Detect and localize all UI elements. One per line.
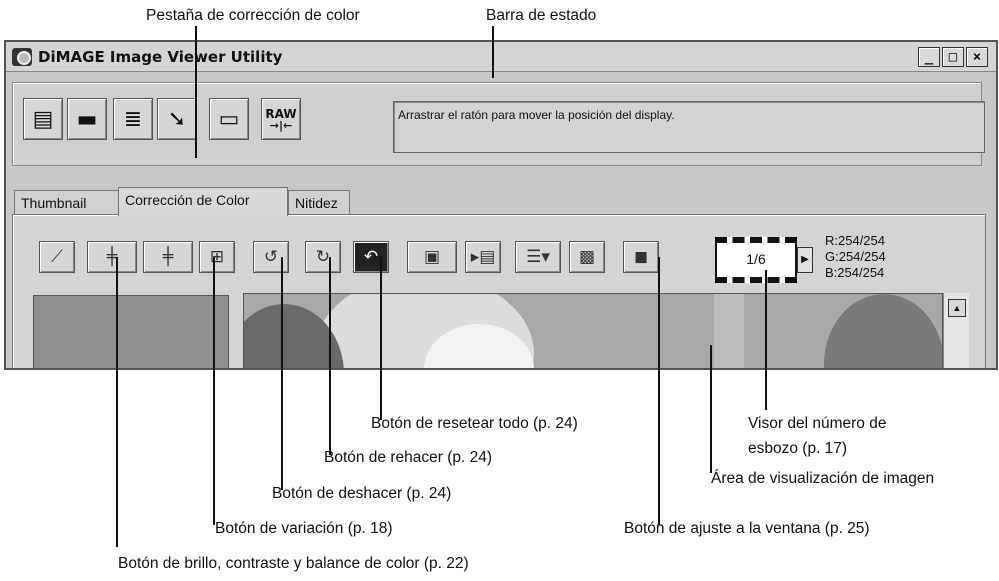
display-options-dropdown[interactable]: ☰▾ [515,241,561,273]
camera-icon: ▣ [423,247,441,267]
variation-button[interactable]: ⊞ [199,241,235,273]
compare-button[interactable]: ▸▤ [465,241,501,273]
leader-line [380,257,382,420]
tone-curve-button[interactable]: ⟋ [39,241,75,273]
callout-frame-viewer: Visor del número de esbozo (p. 17) [748,415,887,457]
minimize-button[interactable]: _ [918,47,940,67]
callout-redo: Botón de rehacer (p. 24) [324,449,493,466]
callout-image-area: Área de visualización de imagen [711,470,935,487]
reset-all-button[interactable]: ↶ [353,241,389,273]
leader-line [710,345,712,473]
leader-line [492,26,494,78]
red-value: R:254/254 [825,233,885,248]
leader-line [116,257,118,547]
save-all-button[interactable]: ≣ [113,98,153,140]
undo-icon: ↺ [263,247,279,267]
compare-icon: ▸▤ [470,247,496,267]
pattern-button[interactable]: ▩ [569,241,605,273]
tab-color-correction[interactable]: Corrección de Color [118,187,288,216]
raw-button[interactable]: RAW →|← [261,98,301,140]
gradient-slider-icon: ╪ [162,247,174,267]
leader-line [195,26,197,158]
save-to-camera-button[interactable]: ▤ [23,98,63,140]
hue-saturation-button[interactable]: ╪ [143,241,193,273]
image-display-area[interactable] [243,293,943,368]
reset-icon: ↶ [363,247,379,267]
main-toolbar: ▤ ▬ ≣ ➘ ▭ RAW →|← Arrastrar el ratón par… [12,82,985,166]
undo-button[interactable]: ↺ [253,241,289,273]
stem [714,294,744,368]
leaf-dark [824,294,942,368]
scroll-up-button[interactable]: ▲ [948,299,966,317]
callout-fit-window: Botón de ajuste a la ventana (p. 25) [624,520,870,537]
callout-reset-all: Botón de resetear todo (p. 24) [371,415,578,432]
rgb-readout: R:254/254 G:254/254 B:254/254 [825,233,886,281]
leader-line [329,257,331,455]
redo-button[interactable]: ↻ [305,241,341,273]
film-strip-counter: 1/6 [715,237,797,283]
export-button[interactable]: ➘ [157,98,197,140]
window-title: DiMAGE Image Viewer Utility [38,48,283,66]
callout-color-tab: Pestaña de corrección de color [146,7,360,24]
tab-thumbnail[interactable]: Thumbnail [14,190,120,216]
save-single-button[interactable]: ▬ [67,98,107,140]
thumbnail-pane [33,295,229,368]
camera-app-icon [12,48,32,66]
checker-icon: ▩ [578,247,596,267]
leader-line [765,270,767,410]
leader-line [213,257,215,525]
leader-line [658,257,660,525]
callout-variation: Botón de variación (p. 18) [215,520,393,537]
snapshot-button[interactable]: ▣ [407,241,457,273]
stack-save-icon: ≣ [123,106,143,132]
vertical-scrollbar[interactable]: ▲ [943,293,969,368]
camera-icon: ▬ [76,106,98,132]
maximize-button[interactable]: □ [942,47,964,67]
grid-icon: ⊞ [209,247,225,267]
export-icon: ➘ [167,106,187,132]
document-camera-icon: ▭ [218,106,240,132]
callout-status-bar: Barra de estado [486,7,597,24]
callout-brightness: Botón de brillo, contraste y balance de … [118,555,469,572]
color-correction-panel: ⟋ ╪ ╪ ⊞ ↺ ↻ ↶ ▣ ▸▤ ☰▾ ▩ ◼ 1/6 ▶ R:254/25… [12,214,986,368]
list-dropdown-icon: ☰▾ [526,247,550,267]
raw-arrow-icon: →|← [269,119,293,132]
green-value: G:254/254 [825,249,886,264]
tab-sharpness[interactable]: Nitidez [288,190,350,216]
brightness-contrast-button[interactable]: ╪ [87,241,137,273]
next-frame-button[interactable]: ▶ [797,247,813,273]
redo-icon: ↻ [315,247,331,267]
callout-undo: Botón de deshacer (p. 24) [272,485,452,502]
frame-number-viewer: 1/6 ▶ [715,237,813,283]
leader-line [281,257,283,490]
status-bar: Arrastrar el ratón para mover la posició… [393,101,985,153]
camera-settings-button[interactable]: ▭ [209,98,249,140]
fit-window-icon: ◼ [633,247,649,267]
fit-to-window-button[interactable]: ◼ [623,241,659,273]
title-bar: DiMAGE Image Viewer Utility _ □ × [6,42,996,72]
blue-value: B:254/254 [825,265,885,280]
curve-icon: ⟋ [51,247,63,267]
camera-save-icon: ▤ [32,106,54,132]
close-button[interactable]: × [966,47,988,67]
app-window: DiMAGE Image Viewer Utility _ □ × ▤ ▬ ≣ … [4,40,998,370]
